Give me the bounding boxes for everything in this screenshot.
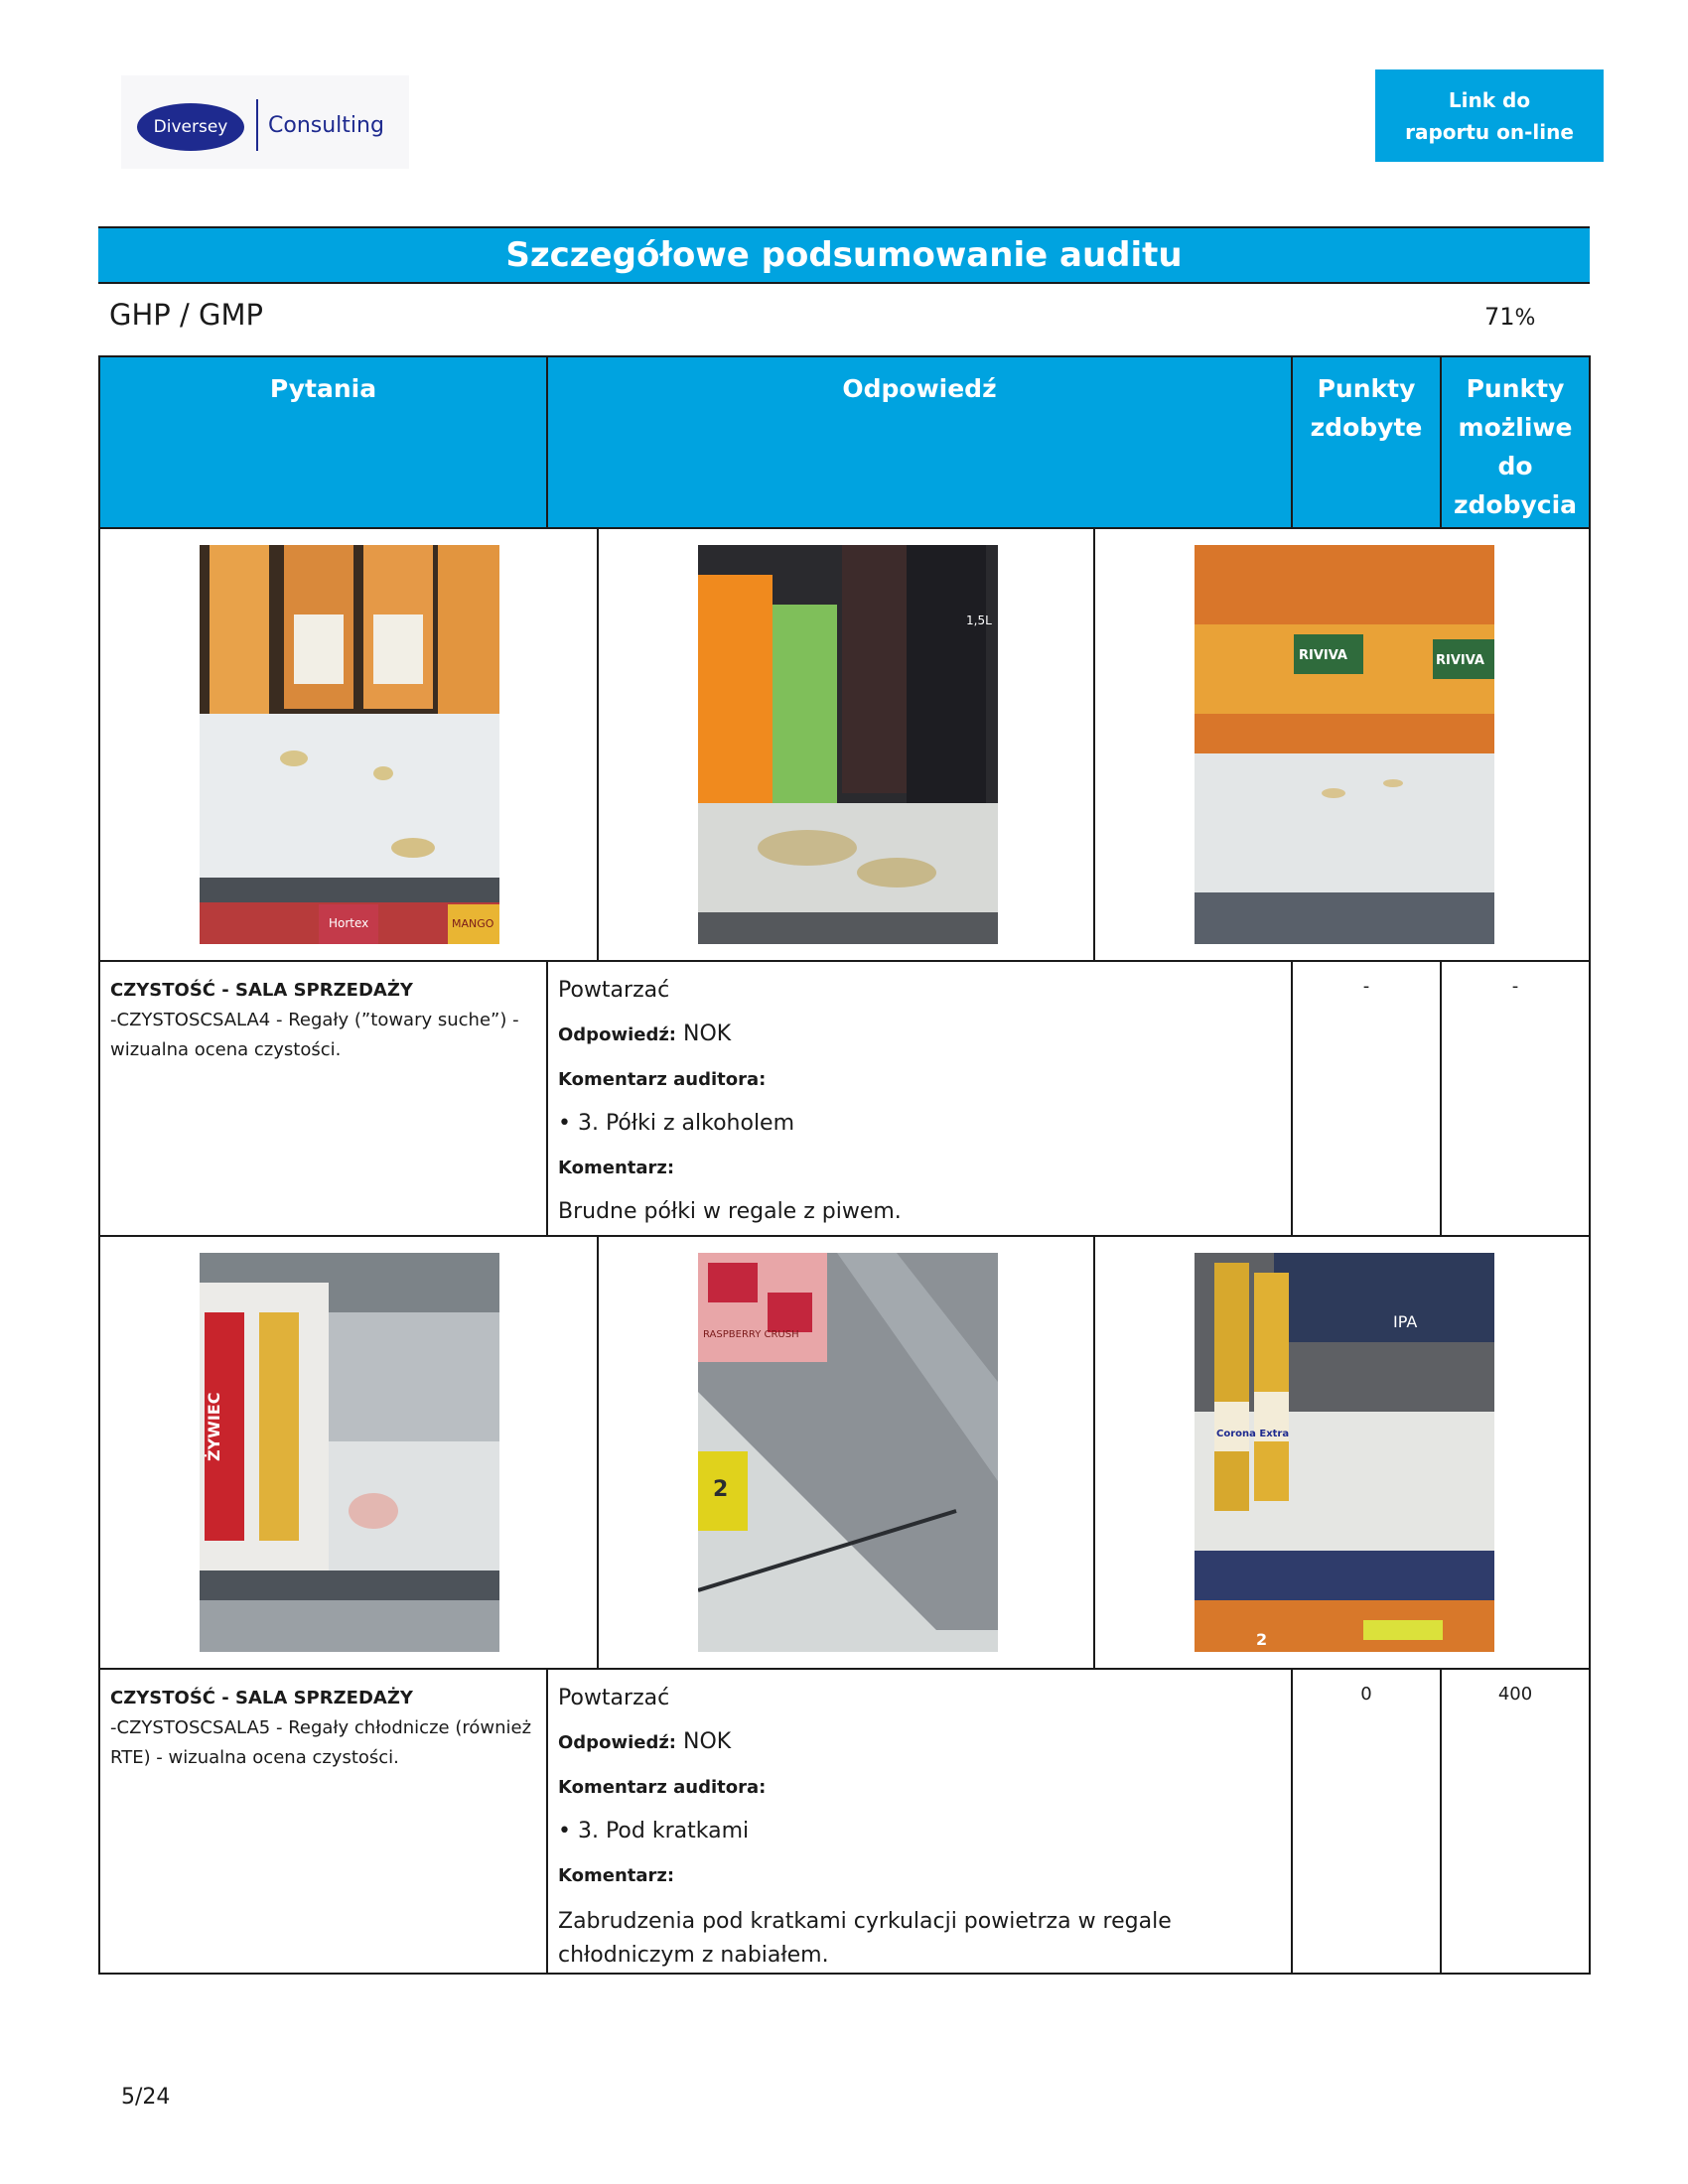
section-score: 71%: [1484, 303, 1535, 331]
question-text: -CZYSTOSCSALA4 - Regały (”towary suche”)…: [110, 1010, 519, 1060]
question-category: CZYSTOŚĆ - SALA SPRZEDAŻY: [110, 980, 413, 1001]
photo-row-1: Hortex MANGO 1,5L RIVIVA RIVIVA: [98, 529, 1591, 962]
question-category: CZYSTOŚĆ - SALA SPRZEDAŻY: [110, 1688, 413, 1708]
juice-shelf-spill-photo[interactable]: Hortex MANGO: [200, 545, 499, 944]
auditor-comment-label: Komentarz auditora:: [558, 1777, 767, 1798]
cooler-grate-photo[interactable]: RASPBERRY CRUSH 2: [698, 1253, 998, 1652]
answer-label: Odpowiedź:: [558, 1732, 677, 1753]
corona-shelf-photo[interactable]: Corona Extra IPA 2: [1195, 1253, 1494, 1652]
photo-label-volume: 1,5L: [966, 614, 992, 627]
section-name: GHP / GMP: [109, 298, 263, 332]
photo-cell: RIVIVA RIVIVA: [1093, 529, 1589, 960]
question-row-2: CZYSTOŚĆ - SALA SPRZEDAŻY -CZYSTOSCSALA5…: [98, 1670, 1591, 1975]
answer-value: NOK: [683, 1022, 732, 1046]
logo-divider: [256, 99, 258, 151]
question-row-1: CZYSTOŚĆ - SALA SPRZEDAŻY -CZYSTOSCSALA4…: [98, 962, 1591, 1237]
photo-label-ipa: IPA: [1393, 1312, 1417, 1331]
question-text: -CZYSTOSCSALA5 - Regały chłodnicze (równ…: [110, 1717, 532, 1768]
repeat-label: Powtarzać: [558, 978, 670, 1003]
question-cell: CZYSTOŚĆ - SALA SPRZEDAŻY -CZYSTOSCSALA5…: [100, 1670, 546, 1973]
photo-label-corona: Corona Extra: [1216, 1429, 1289, 1439]
soda-shelf-stain-photo[interactable]: 1,5L: [698, 545, 998, 944]
diversey-logo-oval: Diversey: [137, 103, 244, 151]
comment-value: Zabrudzenia pod kratkami cyrkulacji powi…: [558, 1909, 1172, 1968]
points-scored-cell: -: [1291, 962, 1440, 1235]
report-banner-title: Szczegółowe podsumowanie auditu: [98, 226, 1590, 284]
photo-label-zywiec: ŻYWIEC: [205, 1393, 223, 1461]
answer-cell: Powtarzać Odpowiedź: NOK Komentarz audit…: [546, 1670, 1291, 1973]
section-score-value: 71: [1484, 303, 1515, 331]
photo-row-2: ŻYWIEC RASPBERRY CRUSH 2 Corona Extra IP…: [98, 1237, 1591, 1670]
points-scored-cell: 0: [1291, 1670, 1440, 1973]
auditor-comment-value: • 3. Pod kratkami: [558, 1819, 750, 1843]
repeat-label: Powtarzać: [558, 1686, 670, 1710]
online-report-link-button[interactable]: Link do raportu on-line: [1375, 69, 1604, 162]
photo-label-price-2: 2: [1256, 1630, 1267, 1649]
auditor-comment-value: • 3. Półki z alkoholem: [558, 1111, 795, 1136]
points-possible-cell: 400: [1440, 1670, 1589, 1973]
comment-label: Komentarz:: [558, 1865, 675, 1886]
photo-label-mango: MANGO: [452, 917, 494, 930]
comment-value: Brudne półki w regale z piwem.: [558, 1199, 902, 1224]
photo-cell: 1,5L: [597, 529, 1093, 960]
section-score-unit: %: [1514, 306, 1536, 331]
logo-brand: Diversey: [153, 117, 228, 137]
header-points-possible: Punkty możliwe do zdobycia: [1440, 357, 1589, 527]
logo-suffix: Consulting: [268, 113, 384, 138]
photo-label-riviva-1: RIVIVA: [1299, 648, 1347, 663]
photo-label-raspberry: RASPBERRY CRUSH: [703, 1329, 799, 1340]
header-questions: Pytania: [269, 374, 377, 403]
header-answer: Odpowiedź: [546, 357, 1291, 527]
points-possible-cell: -: [1440, 962, 1589, 1235]
header-points-scored: Punkty zdobyte: [1291, 357, 1440, 527]
photo-label-hortex: Hortex: [329, 916, 368, 930]
photo-cell: RASPBERRY CRUSH 2: [597, 1237, 1093, 1668]
photo-label-price: 2: [713, 1477, 728, 1502]
comment-label: Komentarz:: [558, 1158, 675, 1178]
photo-cell: Corona Extra IPA 2: [1093, 1237, 1589, 1668]
riviva-shelf-stain-photo[interactable]: RIVIVA RIVIVA: [1195, 545, 1494, 944]
page-number: 5/24: [121, 2085, 171, 2110]
question-cell: CZYSTOŚĆ - SALA SPRZEDAŻY -CZYSTOSCSALA4…: [100, 962, 546, 1235]
answer-label: Odpowiedź:: [558, 1024, 677, 1045]
online-report-link-label: Link do raportu on-line: [1405, 87, 1574, 144]
photo-cell: Hortex MANGO: [100, 529, 597, 960]
answer-cell: Powtarzać Odpowiedź: NOK Komentarz audit…: [546, 962, 1291, 1235]
diversey-consulting-logo: Diversey Consulting: [121, 75, 409, 169]
beer-case-shelf-photo[interactable]: ŻYWIEC: [200, 1253, 499, 1652]
auditor-comment-label: Komentarz auditora:: [558, 1069, 767, 1090]
photo-cell: ŻYWIEC: [100, 1237, 597, 1668]
photo-label-riviva-2: RIVIVA: [1436, 653, 1484, 668]
answer-value: NOK: [683, 1729, 732, 1754]
table-header-row: Pytania Odpowiedź Punkty zdobyte Punkty …: [98, 355, 1591, 529]
